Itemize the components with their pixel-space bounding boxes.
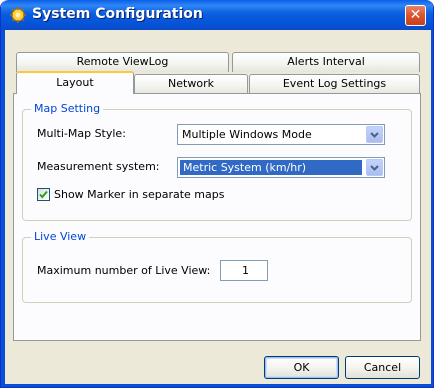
window-title: System Configuration <box>32 6 203 22</box>
ok-label: OK <box>293 361 310 374</box>
cancel-button[interactable]: Cancel <box>345 356 420 379</box>
tab-event-log-settings[interactable]: Event Log Settings <box>249 74 420 94</box>
tab-network[interactable]: Network <box>134 74 248 94</box>
multi-map-style-label: Multi-Map Style: <box>37 127 126 140</box>
tab-label: Layout <box>56 76 94 89</box>
multi-map-style-value: Multiple Windows Mode <box>182 128 312 141</box>
measurement-system-select[interactable]: Metric System (km/hr) <box>177 157 385 178</box>
close-icon: ✕ <box>409 7 422 23</box>
measurement-system-label: Measurement system: <box>37 160 160 173</box>
ok-button[interactable]: OK <box>264 356 339 379</box>
tab-remote-viewlog[interactable]: Remote ViewLog <box>16 52 229 72</box>
max-live-view-value: 1 <box>242 264 249 277</box>
system-configuration-dialog: System Configuration ✕ Remote ViewLog Al… <box>0 0 434 388</box>
window-frame-bottom <box>1 384 433 387</box>
show-marker-label[interactable]: Show Marker in separate maps <box>54 188 224 201</box>
live-view-title: Live View <box>31 230 90 243</box>
measurement-system-value: Metric System (km/hr) <box>180 160 362 175</box>
tab-label: Remote ViewLog <box>76 55 169 68</box>
max-live-view-input[interactable]: 1 <box>220 260 268 281</box>
tab-layout[interactable]: Layout <box>16 71 134 94</box>
gear-app-icon <box>10 7 26 23</box>
tab-label: Network <box>168 77 214 90</box>
map-setting-group: Map Setting Multi-Map Style: Multiple Wi… <box>22 102 412 221</box>
checkmark-icon <box>39 190 48 199</box>
multi-map-style-select[interactable]: Multiple Windows Mode <box>177 124 385 145</box>
layout-tab-panel: Map Setting Multi-Map Style: Multiple Wi… <box>13 93 421 341</box>
tab-label: Event Log Settings <box>282 77 387 90</box>
chevron-down-icon[interactable] <box>366 159 383 176</box>
window-frame-left <box>1 30 5 387</box>
tab-alerts-interval[interactable]: Alerts Interval <box>232 52 420 72</box>
title-bar[interactable]: System Configuration ✕ <box>1 0 433 30</box>
chevron-down-icon[interactable] <box>366 126 383 143</box>
cancel-label: Cancel <box>363 361 402 374</box>
map-setting-title: Map Setting <box>31 102 104 115</box>
show-marker-checkbox[interactable] <box>37 188 50 201</box>
max-live-view-label: Maximum number of Live View: <box>37 264 211 277</box>
live-view-group: Live View Maximum number of Live View: 1 <box>22 230 412 303</box>
tab-label: Alerts Interval <box>287 55 365 68</box>
close-button[interactable]: ✕ <box>405 5 426 26</box>
